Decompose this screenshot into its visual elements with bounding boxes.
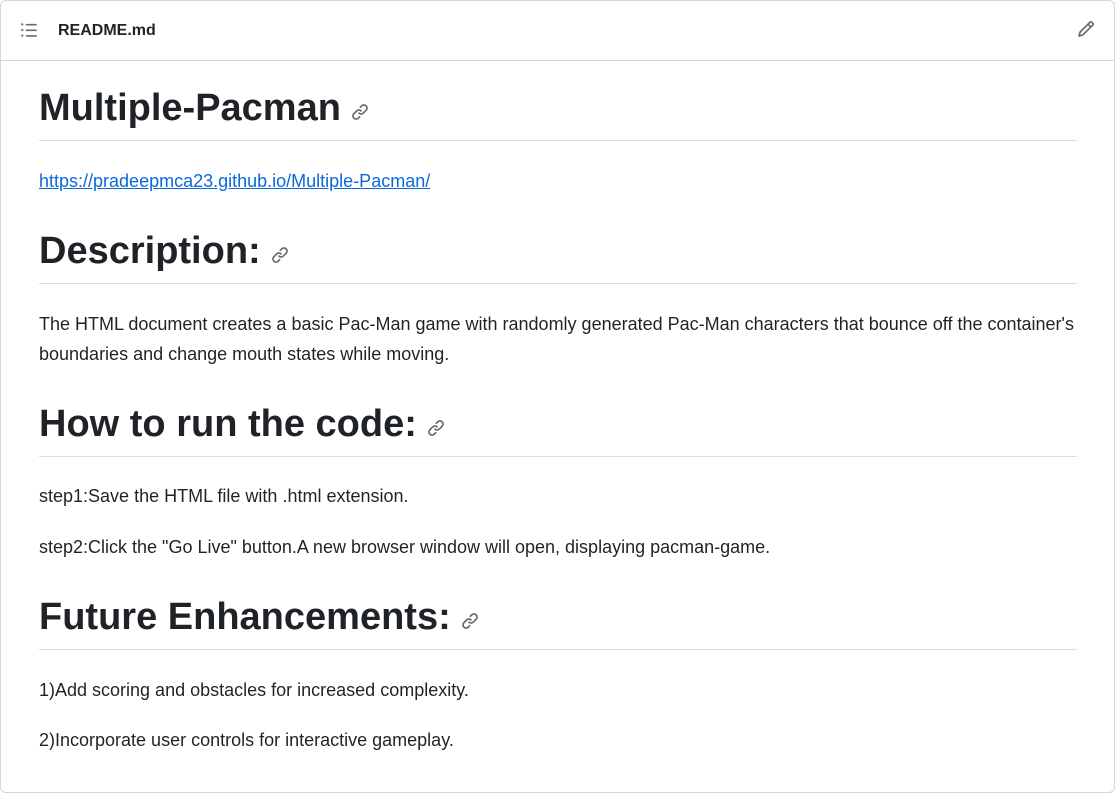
- step-1-text: step1:Save the HTML file with .html exte…: [39, 486, 409, 506]
- outline-button[interactable]: [15, 18, 43, 46]
- link-icon[interactable]: [351, 103, 369, 121]
- edit-file-button[interactable]: [1072, 17, 1100, 45]
- page-title: Multiple-Pacman: [39, 87, 341, 129]
- readme-panel: README.md Multiple-Pacman https://pradee…: [0, 0, 1115, 793]
- enhancement-2-text: 2)Incorporate user controls for interact…: [39, 730, 454, 750]
- demo-link-paragraph: https://pradeepmca23.github.io/Multiple-…: [39, 166, 430, 196]
- section-heading: How to run the code:: [39, 403, 417, 445]
- link-icon[interactable]: [427, 419, 445, 437]
- file-header: README.md: [1, 1, 1114, 61]
- step-2-text: step2:Click the "Go Live" button.A new b…: [39, 537, 771, 557]
- pencil-icon: [1077, 20, 1095, 43]
- heading-title: Multiple-Pacman: [39, 85, 1077, 141]
- enhancement-1-text: 1)Add scoring and obstacles for increase…: [39, 680, 469, 700]
- description-text: The HTML document creates a basic Pac-Ma…: [39, 314, 1074, 364]
- demo-link[interactable]: https://pradeepmca23.github.io/Multiple-…: [39, 171, 430, 191]
- link-icon[interactable]: [271, 246, 289, 264]
- link-icon[interactable]: [461, 612, 479, 630]
- section-heading: Future Enhancements:: [39, 596, 451, 638]
- list-unordered-icon: [20, 21, 38, 44]
- heading-description: Description:: [39, 228, 1077, 284]
- section-heading: Description:: [39, 230, 261, 272]
- heading-future-enhancements: Future Enhancements:: [39, 594, 1077, 650]
- file-name[interactable]: README.md: [58, 20, 156, 42]
- heading-how-to-run: How to run the code:: [39, 401, 1077, 457]
